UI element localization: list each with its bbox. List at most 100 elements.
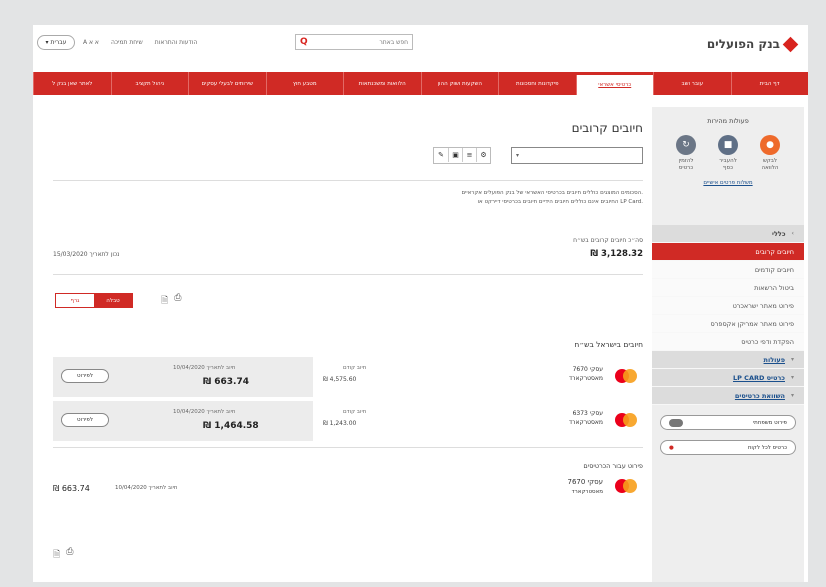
payment-amount: ₪ 663.74 — [53, 484, 90, 493]
quick-action-order-card[interactable]: ↻ להזמין כרטיס — [673, 135, 699, 172]
utility-links: A א א שיחת תמיכה הודעות והתראות — [83, 39, 197, 46]
notice-line: הסכומים המוצגים כוללים חיובים בכרטיסי הא… — [461, 190, 643, 196]
details-button[interactable]: לפירוט — [61, 413, 109, 427]
previous-charge-label: חיוב קודם — [343, 409, 367, 415]
quick-action-transfer[interactable]: ■ להעביר כסף — [715, 135, 741, 172]
charges-table: לפירוט 10/04/2020 חיוב לתאריך ₪ 663.74 ח… — [53, 357, 643, 445]
quick-actions: פעולות מהירות ● לבקש הלוואה ■ להעביר כסף… — [652, 107, 804, 225]
sidebar-item-previous-charges[interactable]: חיובים קודמים — [652, 261, 804, 279]
bullet-icon: ● — [669, 444, 674, 451]
nav-tab-business[interactable]: שירותים לבעלי עסקים — [188, 72, 266, 95]
family-details-toggle[interactable]: פירוט משפחתי — [660, 415, 796, 430]
print-icon[interactable]: ⎙ — [66, 547, 73, 563]
chevron-down-icon: ▾ — [790, 374, 794, 381]
quick-action-label: להעביר כסף — [719, 158, 737, 171]
quick-action-label: להזמין כרטיס — [678, 158, 694, 171]
search-box[interactable]: Q — [295, 34, 413, 50]
nav-tab-deposits[interactable]: פיקדונות וחסכונות — [498, 72, 576, 95]
sidebar-group-actions[interactable]: פעולות ▾ — [652, 351, 804, 369]
quick-action-label: לבקש הלוואה — [761, 158, 779, 171]
sidebar-head-general[interactable]: כללי ‹ — [652, 225, 804, 243]
sidebar-item-amex-details[interactable]: פירוט מאתר אמריקן אקספרס — [652, 315, 804, 333]
chevron-down-icon: ▾ — [45, 39, 49, 46]
pdf-icon[interactable]: ▣ — [448, 148, 462, 162]
sidebar: פעולות מהירות ● לבקש הלוואה ■ להעביר כסף… — [652, 107, 804, 582]
sidebar-group-lp-card[interactable]: LP CARD כרטיס ▾ — [652, 369, 804, 387]
charge-date-label: 10/04/2020 חיוב לתאריך — [173, 409, 236, 415]
loan-icon: ● — [760, 135, 780, 155]
bank-logo[interactable]: בנק הפועלים — [707, 36, 799, 52]
footer-export-icons: 🗎 ⎙ — [53, 547, 73, 563]
quick-actions-title: פעולות מהירות — [707, 117, 749, 125]
card-name: 7670 עסקי מאסטרקארד — [569, 365, 603, 383]
family-details-label: פירוט משפחתי — [752, 419, 787, 426]
nav-tab-foreign-currency[interactable]: מטבע חוץ — [265, 72, 344, 95]
pdf-icon[interactable]: 🗎 — [161, 293, 168, 309]
details-button[interactable]: לפירוט — [61, 369, 109, 383]
sidebar-item-card-statements[interactable]: הפקדת ודפי כרטיס — [652, 333, 804, 351]
settings-icon[interactable]: ⚙ — [476, 148, 490, 162]
chevron-down-icon: ▾ — [790, 392, 794, 399]
search-icon[interactable]: Q — [300, 37, 308, 47]
payment-card-number: 7670 עסקי — [567, 478, 603, 486]
card-number: 6373 עסקי — [572, 410, 603, 417]
payment-date-label: 10/04/2020 חיוב לתאריך — [115, 485, 178, 491]
nav-tab-loans[interactable]: הלוואות ומשכנתאות — [343, 72, 421, 95]
language-label: עברית — [50, 39, 67, 46]
divider — [53, 274, 643, 275]
nav-tab-home[interactable]: דף הבית — [730, 72, 809, 95]
sidebar-item-upcoming-charges[interactable]: חיובים קרובים — [652, 243, 804, 261]
graph-view-button[interactable]: גרף — [56, 294, 94, 307]
main-content: חיובים קרובים ✎ ▣ ≡ ⚙ ▾ הסכומים המוצגים … — [53, 107, 643, 582]
nav-tab-investments[interactable]: השקעות ושוק ההון — [420, 72, 499, 95]
charge-amount: ₪ 1,464.58 — [203, 421, 259, 431]
support-call-link[interactable]: שיחת תמיכה — [111, 39, 143, 46]
previous-charge-amount: ₪ 1,243.00 — [323, 420, 357, 427]
filter-icon[interactable]: ✎ — [434, 148, 448, 162]
notice-line: החיובים אינם כוללים חיובים הידיים חיובים… — [477, 199, 643, 205]
section-title: חיובים בישראל בש״ח — [574, 340, 643, 349]
payments-title: פירוט עבור הכרטיסים — [583, 462, 643, 470]
charge-amount: ₪ 663.74 — [203, 377, 250, 387]
nav-tab-credit-cards[interactable]: כרטיסי אשראי — [575, 75, 653, 95]
list-icon[interactable]: ≡ — [462, 148, 476, 162]
app-frame: ▾ עברית A א א שיחת תמיכה הודעות והתראות … — [33, 25, 808, 582]
divider — [53, 180, 643, 181]
search-input[interactable] — [307, 38, 408, 46]
toggle-icon — [669, 418, 683, 427]
notice-text: הסכומים המוצגים כוללים חיובים בכרטיסי הא… — [461, 189, 643, 207]
as-of-date: נכון לתאריך 15/03/2020 — [53, 251, 120, 258]
notifications-link[interactable]: הודעות והתראות — [155, 39, 198, 46]
mastercard-icon — [615, 369, 637, 383]
quick-action-loan[interactable]: ● לבקש הלוואה — [757, 135, 783, 172]
card-name: 6373 עסקי מאסטרקארד — [569, 409, 603, 427]
charge-date-label: 10/04/2020 חיוב לתאריך — [173, 365, 236, 371]
card-number: 7670 עסקי — [572, 366, 603, 373]
export-icons: 🗎 ⎙ — [161, 293, 181, 309]
personal-details-link[interactable]: משלוח פרטים אישיים — [652, 180, 804, 186]
sidebar-item-isracard-details[interactable]: פירוט מאתר ישראכרט — [652, 297, 804, 315]
previous-charge-amount: ₪ 4,575.60 — [323, 376, 357, 383]
nav-tab-budget[interactable]: ניהול תקציב — [110, 72, 189, 95]
card-select-dropdown[interactable]: ▾ — [511, 147, 643, 164]
card-icon: ↻ — [676, 135, 696, 155]
previous-charge-label: חיוב קודם — [343, 365, 367, 371]
mastercard-icon — [615, 413, 637, 427]
language-button[interactable]: ▾ עברית — [37, 35, 75, 50]
sidebar-group-compare-cards[interactable]: השוואת כרטיסים ▾ — [652, 387, 804, 405]
sidebar-group-label: פעולות — [763, 355, 785, 364]
table-view-button[interactable]: טבלה — [94, 294, 132, 307]
card-per-customer-label: כרטיס לכל לקוח — [747, 444, 787, 451]
sidebar-item-cancel-permissions[interactable]: ביטול הרשאות — [652, 279, 804, 297]
font-size-link[interactable]: A א א — [83, 39, 99, 46]
card-type: מאסטרקארד — [568, 419, 603, 426]
page-title: חיובים קרובים — [571, 121, 643, 135]
pdf-icon[interactable]: 🗎 — [53, 547, 60, 563]
logo-diamond-icon — [782, 36, 799, 52]
nav-tab-other[interactable]: לאתר שאן בנק ל — [33, 72, 111, 95]
payment-card-type: מאסטרקארד — [571, 489, 603, 495]
nav-tab-checking[interactable]: עובר ושב — [653, 72, 731, 95]
total-amount: ₪ 3,128.32 — [590, 249, 643, 259]
print-icon[interactable]: ⎙ — [174, 293, 181, 309]
card-per-customer-button[interactable]: ● כרטיס לכל לקוח — [660, 440, 796, 455]
